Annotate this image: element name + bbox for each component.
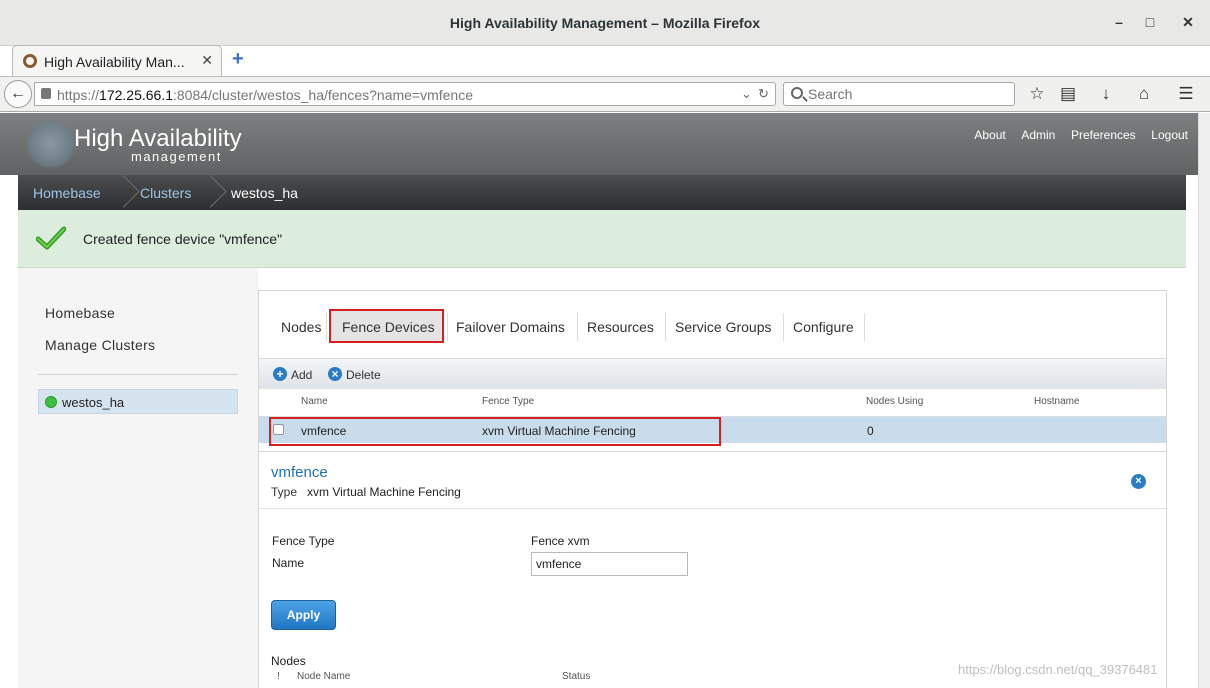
sidebar: Homebase Manage Clusters westos_ha bbox=[18, 268, 258, 688]
column-status[interactable]: Status bbox=[562, 671, 590, 682]
logo-icon bbox=[26, 119, 76, 169]
column-hostname[interactable]: Hostname bbox=[1034, 396, 1080, 407]
row-highlight-box bbox=[269, 417, 721, 446]
reading-list-icon[interactable]: ▤ bbox=[1057, 83, 1079, 105]
delete-icon[interactable]: × bbox=[328, 367, 342, 381]
bookmark-star-icon[interactable]: ☆ bbox=[1026, 83, 1048, 105]
tab-separator bbox=[577, 313, 578, 341]
admin-link[interactable]: Admin bbox=[1021, 128, 1055, 142]
name-label: Name bbox=[272, 556, 305, 570]
checkmark-icon bbox=[36, 226, 66, 250]
preferences-link[interactable]: Preferences bbox=[1071, 128, 1136, 142]
tab-separator bbox=[326, 313, 327, 341]
fence-type-label: Fence Type bbox=[272, 534, 335, 548]
apply-button[interactable]: Apply bbox=[271, 600, 336, 630]
table-header: Name Fence Type Nodes Using Hostname bbox=[259, 389, 1166, 417]
breadcrumb-clusters[interactable]: Clusters bbox=[140, 185, 191, 201]
column-alert: ! bbox=[277, 671, 280, 682]
tab-separator bbox=[783, 313, 784, 341]
url-host: 172.25.66.1 bbox=[99, 87, 173, 103]
logout-link[interactable]: Logout bbox=[1151, 128, 1188, 142]
search-bar[interactable] bbox=[783, 82, 1015, 106]
close-icon[interactable]: × bbox=[1131, 474, 1146, 489]
table-row[interactable]: vmfence xvm Virtual Machine Fencing 0 bbox=[259, 417, 1166, 446]
tab-nodes[interactable]: Nodes bbox=[281, 319, 321, 335]
success-notification: Created fence device "vmfence" bbox=[18, 210, 1186, 268]
tab-service-groups[interactable]: Service Groups bbox=[675, 319, 771, 335]
reload-icon[interactable]: ↻ bbox=[758, 86, 769, 102]
cluster-tabs: Nodes Fence Devices Failover Domains Res… bbox=[259, 291, 1166, 358]
detail-title: vmfence bbox=[271, 464, 328, 481]
tab-failover-domains[interactable]: Failover Domains bbox=[456, 319, 565, 335]
url-bar[interactable]: https://172.25.66.1:8084/cluster/westos_… bbox=[34, 82, 776, 106]
browser-tab[interactable]: High Availability Man... ✕ bbox=[12, 45, 222, 77]
url-text[interactable]: https://172.25.66.1:8084/cluster/westos_… bbox=[57, 87, 473, 103]
tab-close-icon[interactable]: ✕ bbox=[201, 52, 213, 69]
detail-divider bbox=[259, 508, 1166, 509]
lock-icon bbox=[41, 88, 51, 99]
add-icon[interactable]: + bbox=[273, 367, 287, 381]
new-tab-icon[interactable]: + bbox=[232, 48, 244, 71]
tab-configure[interactable]: Configure bbox=[793, 319, 854, 335]
home-icon[interactable]: ⌂ bbox=[1133, 83, 1155, 105]
tab-separator bbox=[864, 313, 865, 341]
tab-fence-devices[interactable]: Fence Devices bbox=[342, 319, 435, 335]
window-title: High Availability Management – Mozilla F… bbox=[449, 15, 761, 31]
browser-tab-title: High Availability Man... bbox=[44, 54, 185, 70]
detail-type-label: Type bbox=[271, 485, 298, 499]
window-close-icon[interactable]: ✕ bbox=[1178, 12, 1198, 32]
search-input[interactable] bbox=[808, 85, 1008, 103]
cell-nodes-using: 0 bbox=[867, 424, 874, 438]
sidebar-divider bbox=[38, 374, 238, 375]
menu-icon[interactable]: ☰ bbox=[1175, 83, 1197, 105]
url-dropdown-icon[interactable]: ⌄ bbox=[741, 86, 752, 102]
nodes-label: Nodes bbox=[271, 654, 306, 668]
back-icon[interactable]: ← bbox=[4, 80, 32, 108]
cluster-name: westos_ha bbox=[62, 395, 125, 410]
url-prefix: https:// bbox=[57, 87, 100, 103]
sidebar-item-cluster[interactable]: westos_ha bbox=[38, 389, 238, 414]
delete-button[interactable]: Delete bbox=[346, 368, 381, 382]
url-path: :8084/cluster/westos_ha/fences?name=vmfe… bbox=[173, 87, 474, 103]
fence-type-value: Fence xvm bbox=[531, 534, 590, 548]
app-subtitle: management bbox=[131, 149, 222, 164]
add-button[interactable]: Add bbox=[291, 368, 312, 382]
column-name[interactable]: Name bbox=[301, 396, 328, 407]
top-links: About Admin Preferences Logout bbox=[962, 127, 1188, 142]
tab-resources[interactable]: Resources bbox=[587, 319, 654, 335]
tab-separator bbox=[447, 313, 448, 341]
watermark: https://blog.csdn.net/qq_39376481 bbox=[958, 662, 1158, 677]
main-panel: Nodes Fence Devices Failover Domains Res… bbox=[258, 290, 1167, 688]
favicon-icon bbox=[23, 54, 37, 68]
cluster-status-icon bbox=[45, 396, 57, 408]
sidebar-item-manage-clusters[interactable]: Manage Clusters bbox=[45, 337, 155, 353]
column-nodes-using[interactable]: Nodes Using bbox=[866, 396, 923, 407]
column-fence-type[interactable]: Fence Type bbox=[482, 396, 534, 407]
maximize-icon[interactable]: □ bbox=[1140, 12, 1160, 32]
about-link[interactable]: About bbox=[974, 128, 1005, 142]
fence-detail-pane: vmfence Type xvm Virtual Machine Fencing… bbox=[259, 451, 1166, 688]
downloads-icon[interactable]: ↓ bbox=[1095, 83, 1117, 105]
breadcrumb-separator bbox=[205, 175, 219, 210]
breadcrumb-homebase[interactable]: Homebase bbox=[33, 185, 101, 201]
tab-separator bbox=[665, 313, 666, 341]
name-field[interactable] bbox=[531, 552, 688, 576]
minimize-icon[interactable]: – bbox=[1109, 12, 1129, 32]
detail-type-value: xvm Virtual Machine Fencing bbox=[307, 485, 461, 499]
navigation-bar: ← https://172.25.66.1:8084/cluster/westo… bbox=[0, 76, 1210, 112]
column-node-name[interactable]: Node Name bbox=[297, 671, 350, 682]
search-icon bbox=[791, 87, 803, 99]
app-header: High Availability management About Admin… bbox=[0, 113, 1210, 175]
scrollbar[interactable] bbox=[1198, 113, 1210, 688]
notification-message: Created fence device "vmfence" bbox=[83, 231, 283, 247]
fence-toolbar: + Add × Delete bbox=[259, 358, 1166, 389]
breadcrumb-separator bbox=[118, 175, 132, 210]
breadcrumb-current: westos_ha bbox=[231, 185, 298, 201]
sidebar-item-homebase[interactable]: Homebase bbox=[45, 305, 115, 321]
tab-strip: High Availability Man... ✕ + bbox=[0, 40, 1210, 77]
breadcrumb: Homebase Clusters westos_ha bbox=[18, 175, 1186, 210]
